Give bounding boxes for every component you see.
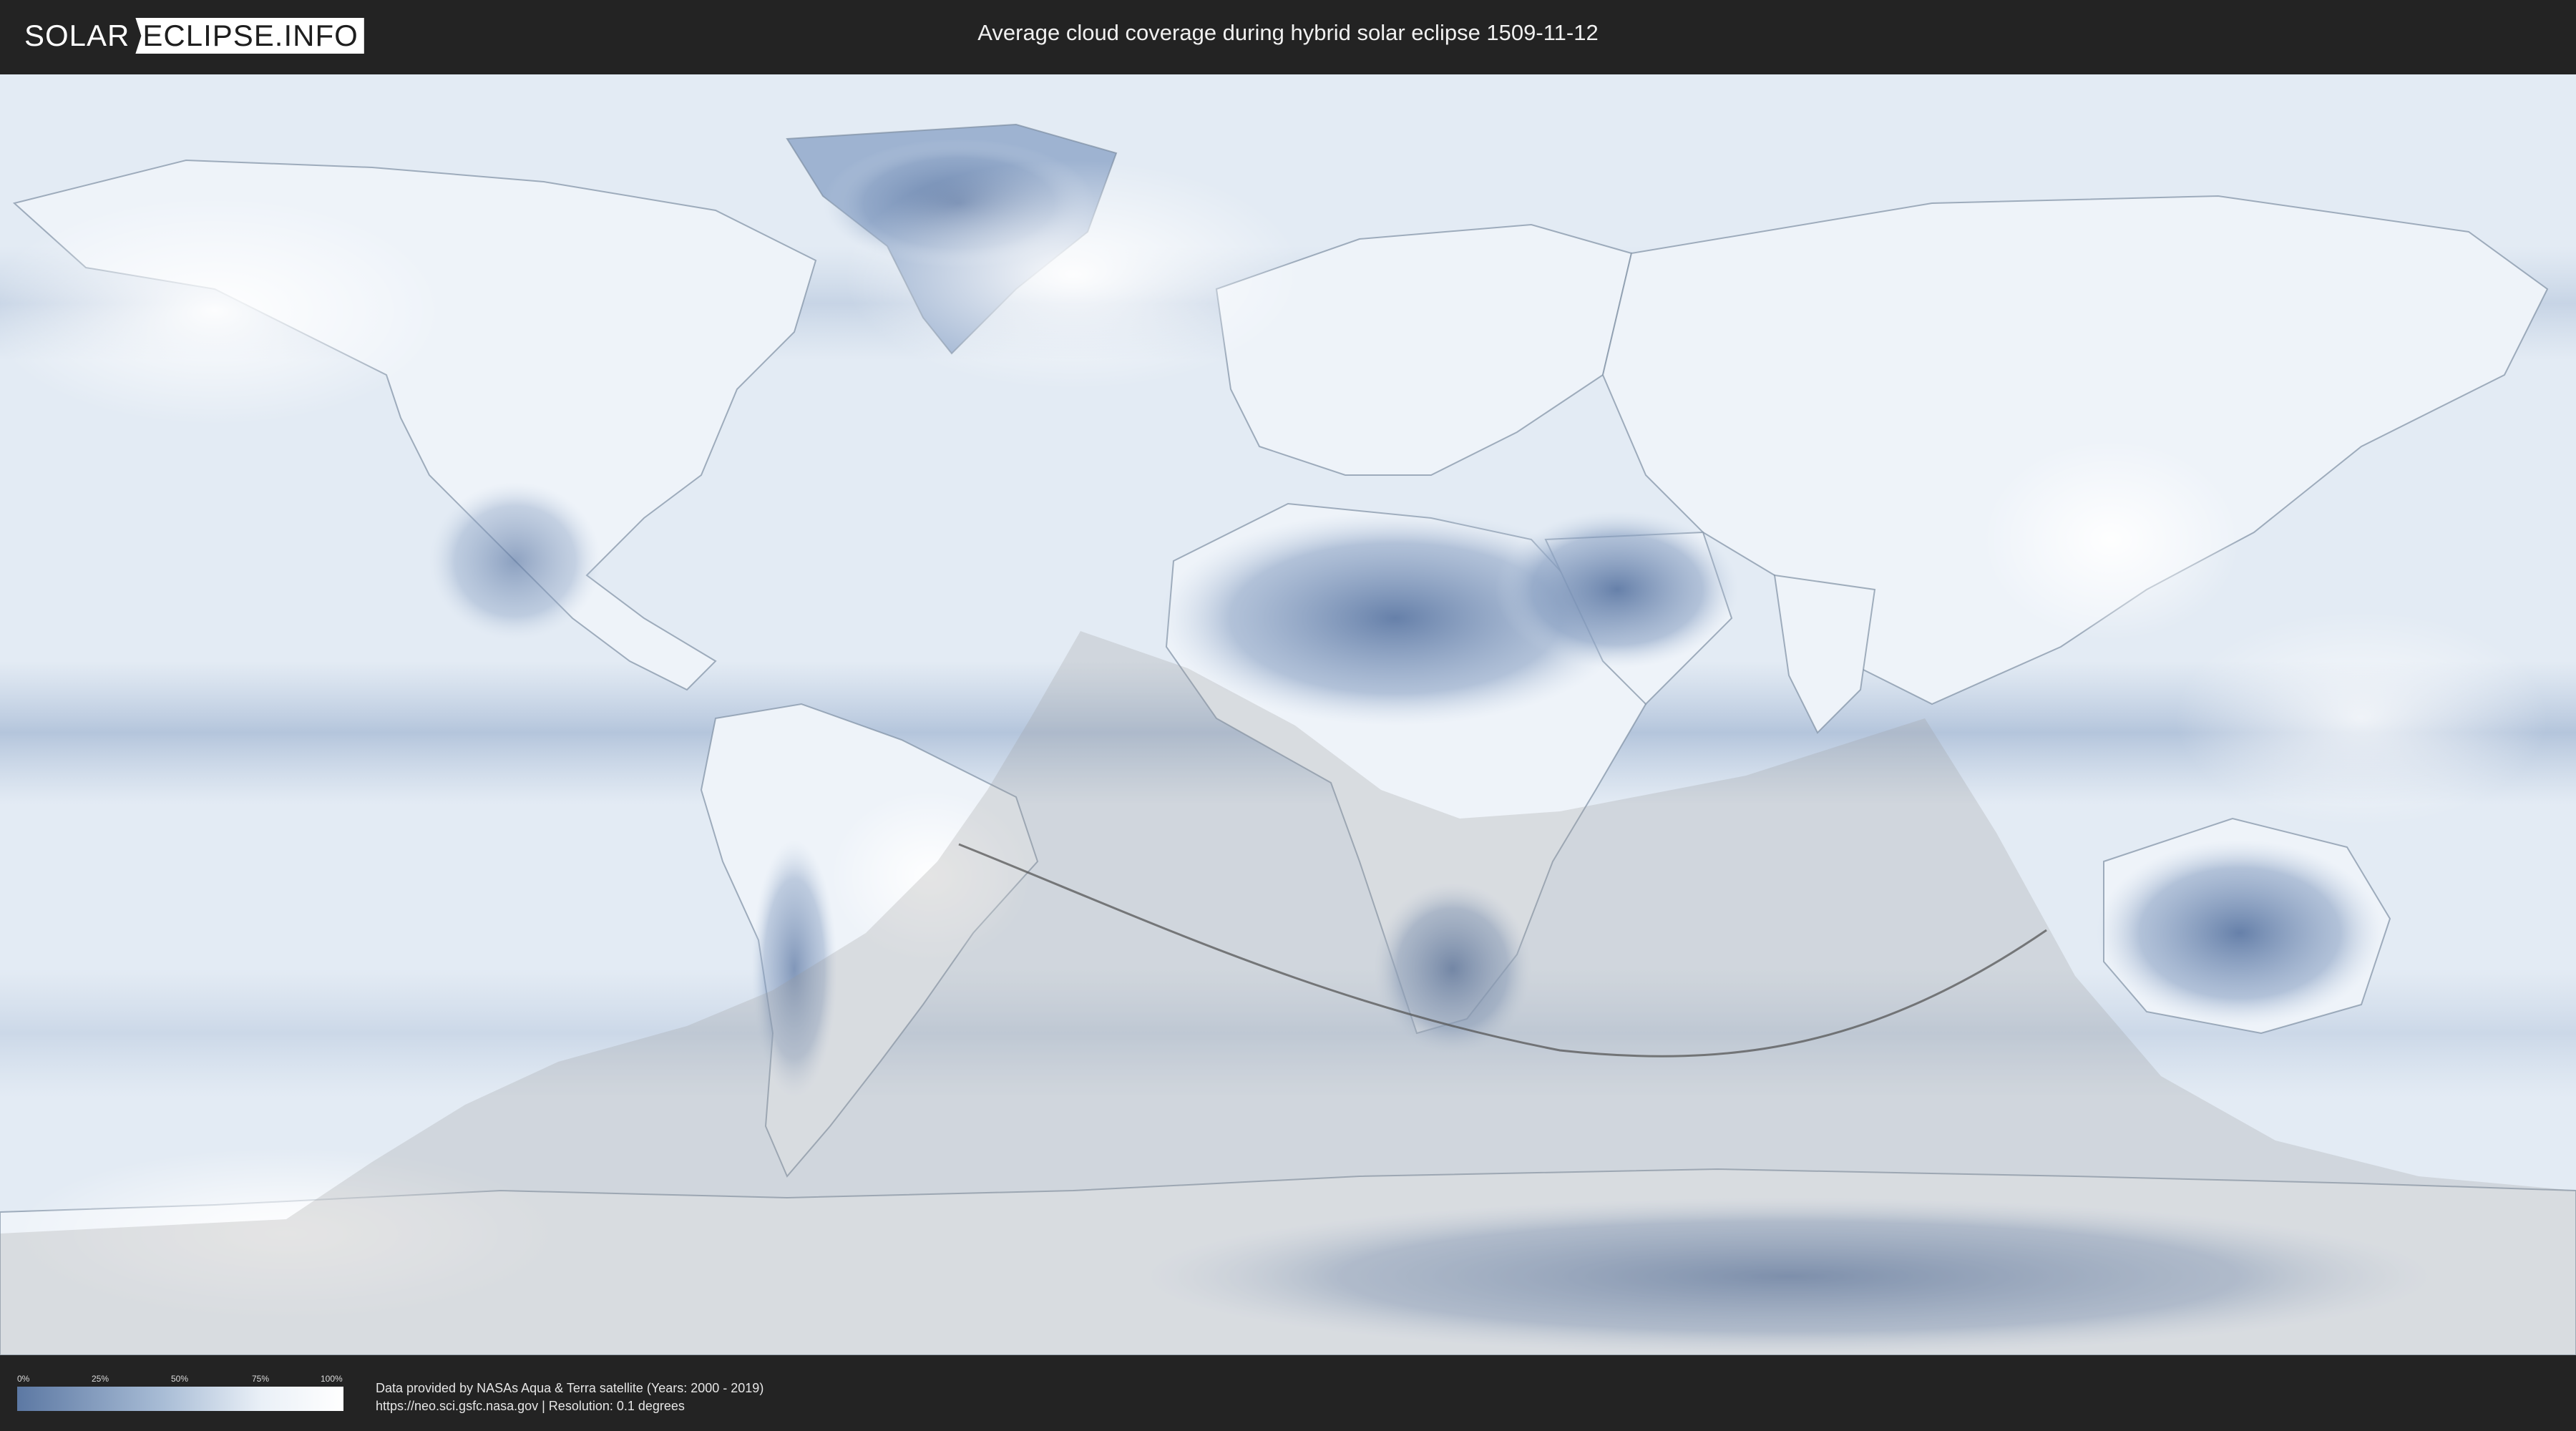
west-pacific-clouds [2175, 611, 2547, 826]
mexico-clear-region [429, 482, 601, 640]
data-source-info: Data provided by NASAs Aqua & Terra sate… [376, 1379, 763, 1415]
legend-tick-50: 50% [171, 1374, 189, 1384]
cloud-coverage-map[interactable] [0, 74, 2576, 1355]
data-url-line[interactable]: https://neo.sci.gsfc.nasa.gov | Resoluti… [376, 1397, 763, 1415]
legend-gradient-bar [17, 1387, 343, 1411]
arabia-clear-region [1496, 511, 1739, 668]
east-asia-clouds [1982, 439, 2240, 640]
legend-tick-75: 75% [252, 1374, 270, 1384]
legend-tick-25: 25% [92, 1374, 109, 1384]
legend-tick-100: 100% [321, 1374, 343, 1384]
footer-bar: 0% 25% 50% 75% 100% Data provided by NAS… [0, 1358, 2576, 1431]
north-atlantic-clouds [844, 160, 1302, 389]
page-title: Average cloud coverage during hybrid sol… [977, 20, 1599, 45]
australia-clear-region [2097, 840, 2383, 1026]
header-bar: SOLAR ECLIPSE.INFO Average cloud coverag… [0, 0, 2576, 72]
cloud-coverage-legend: 0% 25% 50% 75% 100% [17, 1374, 343, 1411]
data-source-line: Data provided by NASAs Aqua & Terra sate… [376, 1381, 764, 1395]
north-pacific-clouds [0, 196, 444, 425]
legend-tick-labels: 0% 25% 50% 75% 100% [17, 1374, 343, 1385]
world-map-svg [0, 74, 2576, 1355]
legend-tick-0: 0% [17, 1374, 30, 1384]
